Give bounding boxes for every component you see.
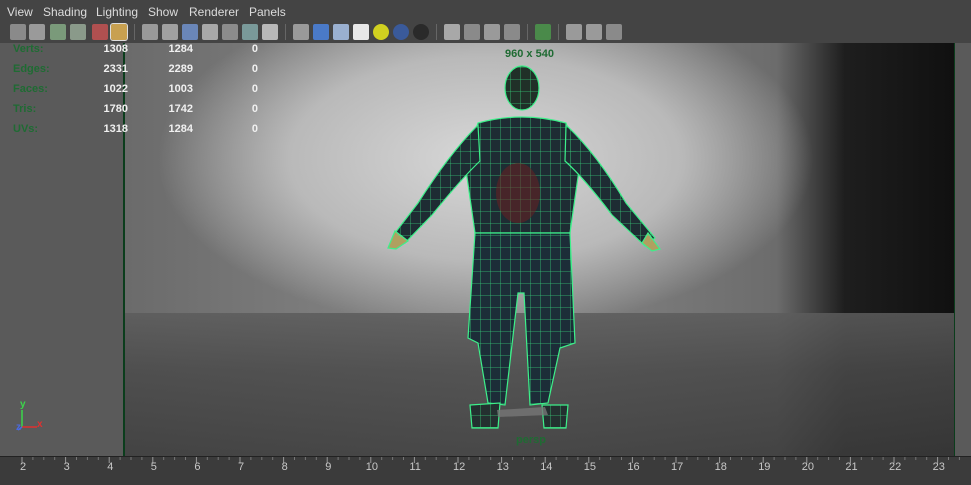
timeline-frame-number: 4 xyxy=(107,461,114,473)
timeline-frame-number: 12 xyxy=(453,461,466,473)
select-camera-icon[interactable] xyxy=(10,24,26,40)
menu-renderer[interactable]: Renderer xyxy=(189,5,239,19)
hud-value: 1284 xyxy=(168,43,193,55)
hud-row-tris: Tris: 1780 1742 0 xyxy=(0,103,300,117)
timeline-frame-number: 5 xyxy=(150,461,157,473)
hud-value: 2289 xyxy=(168,63,193,75)
hud-value: 0 xyxy=(251,103,258,115)
toolbar-separator xyxy=(134,24,135,40)
motion-blur-icon[interactable] xyxy=(444,24,460,40)
use-all-lights-icon[interactable] xyxy=(373,24,389,40)
anti-alias-icon[interactable] xyxy=(464,24,480,40)
timeline-frame-number: 20 xyxy=(801,461,815,473)
resolution-label: 960 x 540 xyxy=(505,48,554,60)
hud-value: 1308 xyxy=(103,43,128,55)
timeline-frame-number: 10 xyxy=(365,461,379,473)
field-chart-icon[interactable] xyxy=(222,24,238,40)
timeline-frame-number: 2 xyxy=(20,461,27,473)
perspective-viewport[interactable]: Verts: 1308 1284 0 Edges: 2331 2289 0 Fa… xyxy=(0,43,971,456)
hud-value: 0 xyxy=(251,83,258,95)
image-plane-icon[interactable] xyxy=(70,24,86,40)
hud-value: 0 xyxy=(251,43,258,55)
timeline-frame-number: 11 xyxy=(409,461,421,473)
hud-label: UVs: xyxy=(13,123,39,135)
toolbar-separator xyxy=(436,24,437,40)
bookmarks-icon[interactable] xyxy=(50,24,66,40)
timeline-frame-number: 15 xyxy=(583,461,597,473)
menu-panels[interactable]: Panels xyxy=(249,5,286,19)
timeline-ticks xyxy=(21,457,960,463)
hud-value: 2331 xyxy=(103,63,128,75)
menu-lighting[interactable]: Lighting xyxy=(96,5,138,19)
camera-attributes-icon[interactable] xyxy=(29,24,45,40)
hud-value: 1742 xyxy=(168,103,193,115)
menu-show[interactable]: Show xyxy=(148,5,178,19)
timeline-frame-number: 9 xyxy=(325,461,332,473)
textured-icon[interactable] xyxy=(353,24,369,40)
hud-value: 0 xyxy=(251,63,258,75)
toolbar-separator xyxy=(527,24,528,40)
timeline-frame-number: 17 xyxy=(671,461,684,473)
timeline-frame-number: 13 xyxy=(496,461,509,473)
share-icon[interactable] xyxy=(606,24,622,40)
timeline-frame-number: 19 xyxy=(758,461,771,473)
timeline-frame-number: 22 xyxy=(889,461,902,473)
hud-label: Faces: xyxy=(13,83,48,95)
timeline-frame-number: 8 xyxy=(281,461,288,473)
wireframe-icon[interactable] xyxy=(293,24,309,40)
hud-value: 1003 xyxy=(168,83,193,95)
timeline-frame-number: 14 xyxy=(540,461,553,473)
menu-shading[interactable]: Shading xyxy=(43,5,87,19)
panel-menu-bar: View Shading Lighting Show Renderer Pane… xyxy=(0,0,971,22)
hud-row-edges: Edges: 2331 2289 0 xyxy=(0,63,300,77)
shadows-icon[interactable] xyxy=(393,24,409,40)
hud-label: Edges: xyxy=(13,63,50,75)
axis-z-label: z xyxy=(16,422,21,433)
grid-icon[interactable] xyxy=(142,24,158,40)
time-slider[interactable]: 2 3 4 5 6 7 8 9 10 11 12 13 14 15 16 17 18 19 20 21 22 23 xyxy=(0,456,971,485)
hud-row-uvs: UVs: 1318 1284 0 xyxy=(0,123,300,137)
toolbar-separator xyxy=(285,24,286,40)
timeline-frame-number: 16 xyxy=(627,461,640,473)
hud-label: Verts: xyxy=(13,43,44,55)
hud-value: 1318 xyxy=(103,123,128,135)
hud-value: 1284 xyxy=(168,123,193,135)
view-axis-indicator: y x z xyxy=(15,399,55,441)
timeline-frame-number: 6 xyxy=(194,461,201,473)
hud-value: 1022 xyxy=(103,83,128,95)
gate-mask-icon[interactable] xyxy=(202,24,218,40)
axis-x-label: x xyxy=(37,419,43,430)
timeline-frame-number: 7 xyxy=(238,461,245,473)
hud-value: 0 xyxy=(251,123,258,135)
wireframe-on-shaded-icon[interactable] xyxy=(333,24,349,40)
timeline-frame-number: 18 xyxy=(714,461,727,473)
hud-row-faces: Faces: 1022 1003 0 xyxy=(0,83,300,97)
panel-toolbar xyxy=(0,22,971,43)
resolution-gate-icon[interactable] xyxy=(182,24,198,40)
grease-pencil-icon[interactable] xyxy=(110,23,128,41)
axis-y-label: y xyxy=(20,399,26,410)
xray-icon[interactable] xyxy=(535,24,551,40)
hud-value: 1780 xyxy=(103,103,128,115)
film-gate-icon[interactable] xyxy=(162,24,178,40)
timeline-frame-number: 23 xyxy=(932,461,945,473)
2d-pan-zoom-icon[interactable] xyxy=(92,24,108,40)
hud-row-verts: Verts: 1308 1284 0 xyxy=(0,43,300,57)
isolate-select-icon[interactable] xyxy=(504,24,520,40)
ambient-occlusion-icon[interactable] xyxy=(413,24,429,40)
xray-joints-icon[interactable] xyxy=(586,24,602,40)
hud-label: Tris: xyxy=(13,103,37,115)
camera-name-label: persp xyxy=(516,434,546,446)
depth-of-field-icon[interactable] xyxy=(484,24,500,40)
timeline-frame-number: 3 xyxy=(63,461,70,473)
toolbar-separator xyxy=(558,24,559,40)
safe-title-icon[interactable] xyxy=(262,24,278,40)
menu-view[interactable]: View xyxy=(7,5,33,19)
xray-active-icon[interactable] xyxy=(566,24,582,40)
safe-action-icon[interactable] xyxy=(242,24,258,40)
timeline-frame-number: 21 xyxy=(845,461,858,473)
smooth-shade-icon[interactable] xyxy=(313,24,329,40)
